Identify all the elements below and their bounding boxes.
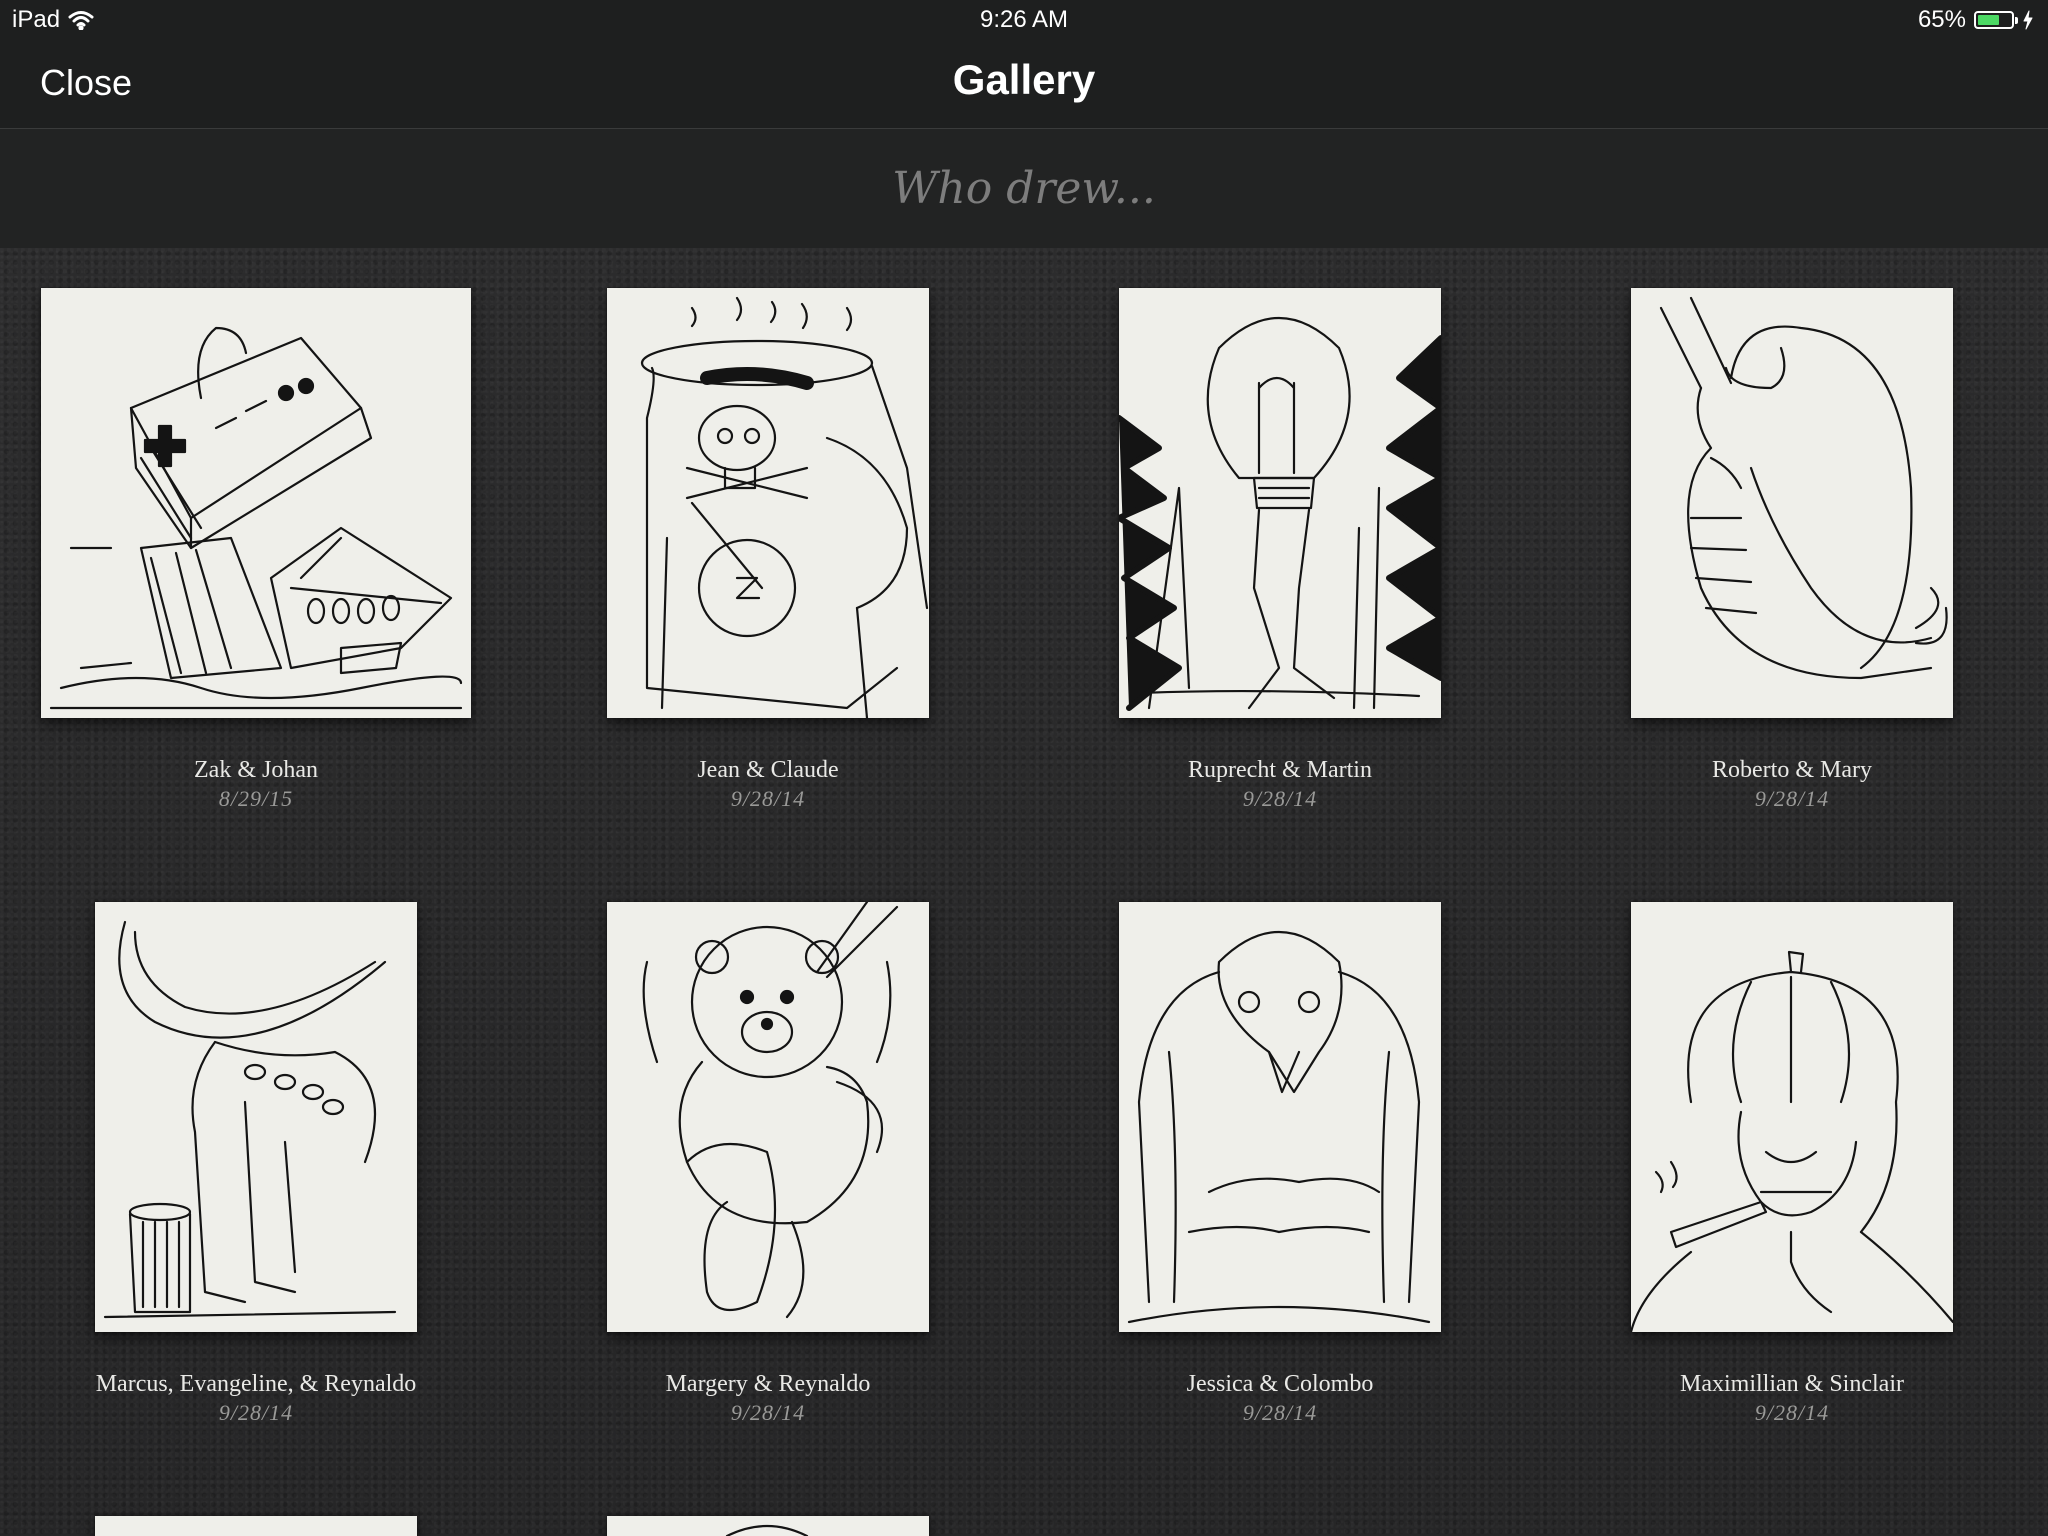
search-bar [0, 129, 2048, 248]
drawing-date: 8/29/15 [218, 786, 294, 811]
artist-names: Margery & Reynaldo [665, 1371, 871, 1397]
artist-names: Roberto & Mary [1712, 757, 1872, 783]
artist-names: Marcus, Evangeline, & Reynaldo [95, 1371, 417, 1397]
drawing-thumbnail[interactable] [95, 1516, 417, 1536]
drawing-thumbnail[interactable] [95, 902, 417, 1332]
drawing-thumbnail[interactable] [1631, 902, 1953, 1332]
drawing-date: 9/28/14 [1754, 786, 1830, 811]
teddy-bear-drawing [642, 902, 899, 1319]
drawing-date: 9/28/14 [1242, 786, 1318, 811]
drawing-thumbnail[interactable] [607, 288, 929, 718]
drawing-thumbnail[interactable] [1119, 902, 1441, 1332]
drawing-thumbnail[interactable] [607, 1516, 929, 1536]
drawing-date: 9/28/14 [1754, 1400, 1830, 1425]
controller-tank-drawing [49, 326, 463, 710]
artist-names: Jean & Claude [697, 757, 839, 783]
drawing-date: 9/28/14 [730, 1400, 806, 1425]
status-bar-right: 65% [1918, 6, 2034, 34]
artist-names: Jessica & Colombo [1186, 1371, 1374, 1397]
navigation-bar: iPad 9:26 AM 65% Close Gallery [0, 0, 2048, 129]
artist-names: Ruprecht & Martin [1188, 757, 1372, 783]
drawing-thumbnail[interactable] [41, 288, 471, 718]
clock: 9:26 AM [979, 6, 1069, 33]
artist-names: Zak & Johan [194, 757, 318, 783]
pumpkin-head-drawing [1631, 950, 1953, 1332]
drawing-date: 9/28/14 [1242, 1400, 1318, 1425]
artist-names: Maximillian & Sinclair [1680, 1371, 1904, 1397]
partial-drawing [725, 1524, 809, 1536]
battery-percentage: 65% [1917, 6, 1966, 33]
drawing-date: 9/28/14 [730, 786, 806, 811]
charging-icon [2023, 10, 2033, 30]
drawing-thumbnail[interactable] [1631, 288, 1953, 718]
page-title: Gallery [952, 56, 1096, 103]
battery-icon [1974, 11, 2018, 29]
elephant-snake-drawing [1659, 296, 1948, 680]
drawing-thumbnail[interactable] [607, 902, 929, 1332]
drawing-date: 9/28/14 [218, 1400, 294, 1425]
banana-octopus-drawing [103, 920, 397, 1319]
drawing-thumbnail[interactable] [1119, 288, 1441, 718]
penguin-drawing [1127, 931, 1431, 1324]
battery-level-fill [1978, 15, 1999, 25]
skull-mug-drawing [640, 296, 929, 718]
search-input[interactable] [0, 129, 2048, 248]
lightbulb-legs-drawing [1119, 317, 1441, 711]
